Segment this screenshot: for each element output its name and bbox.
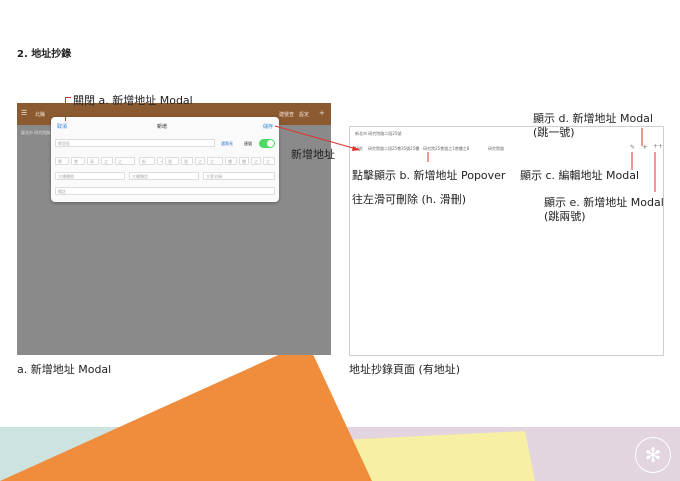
annotation-jump1-sub: (跳一號) <box>533 126 575 139</box>
annotation-add-address: 新增地址 <box>291 148 335 161</box>
annotation-popover: 點擊顯示 b. 新增地址 Popover <box>352 169 506 182</box>
logo-icon: ✻ <box>635 437 671 473</box>
annotation-jump2-sub: (跳兩號) <box>544 210 586 223</box>
annotation-arrows <box>274 125 656 192</box>
annotation-edit: 顯示 c. 編輯地址 Modal <box>520 169 640 182</box>
annotation-swipe: 往左滑可刪除 (h. 滑刪) <box>352 193 467 206</box>
caption-left: a. 新增地址 Modal <box>17 363 112 376</box>
annotation-close: 關閉 a. 新增地址 Modal <box>73 94 193 107</box>
caption-right: 地址抄錄頁面 (有地址) <box>349 363 461 376</box>
